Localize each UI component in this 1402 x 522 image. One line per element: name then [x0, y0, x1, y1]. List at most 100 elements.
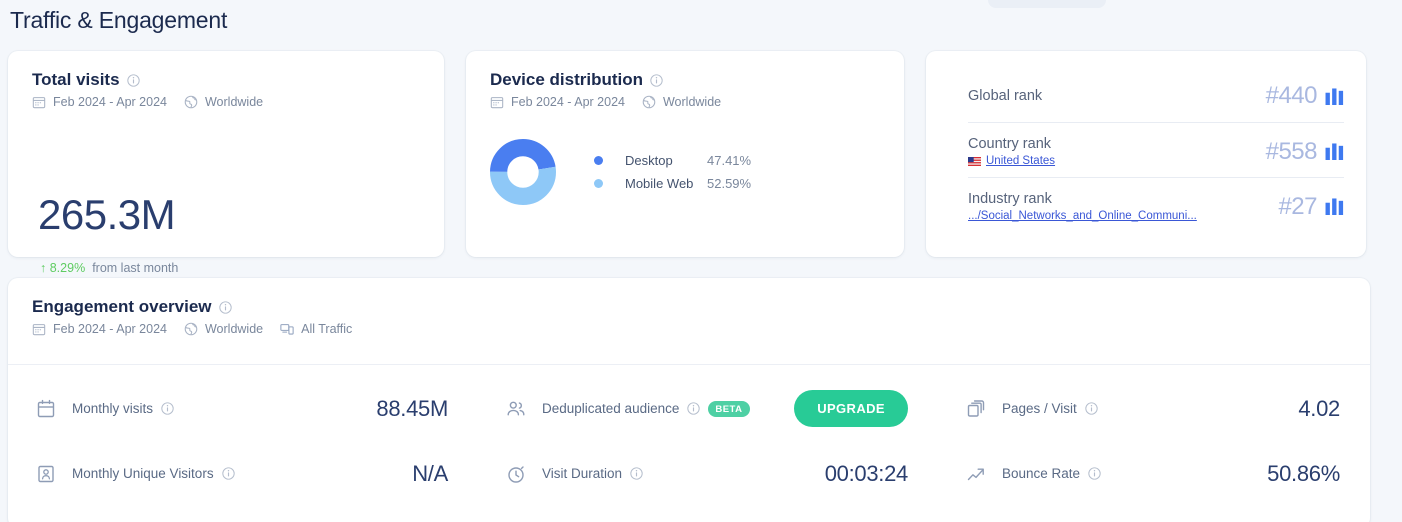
rank-industry-right: #27: [1278, 193, 1344, 221]
metric-monthly-visits-label-group: Monthly visits: [72, 401, 174, 416]
legend-item-mobile-web[interactable]: Mobile Web 52.59%: [594, 176, 751, 191]
devices-icon: [280, 322, 294, 336]
metric-visit-duration: Visit Duration 00:03:24: [478, 441, 938, 506]
beta-badge: BETA: [708, 400, 750, 417]
total-visits-title-row: Total visits: [32, 70, 263, 90]
legend-dot-desktop: [594, 156, 603, 165]
rank-global-right: #440: [1266, 82, 1344, 110]
globe-icon: [642, 95, 656, 109]
device-distribution-header: Device distribution Feb 2024 - Apr 2024 …: [490, 70, 721, 109]
metric-visit-duration-value: 00:03:24: [824, 460, 909, 486]
device-distribution-body: Desktop 47.41% Mobile Web 52.59%: [490, 139, 751, 205]
legend-item-desktop[interactable]: Desktop 47.41%: [594, 153, 751, 168]
bar-chart-icon: [1325, 198, 1344, 215]
rank-global-left: Global rank: [968, 88, 1042, 104]
metric-deduplicated-audience-label: Deduplicated audience: [542, 401, 680, 416]
metric-visit-duration-label: Visit Duration: [542, 466, 623, 481]
engagement-subtitle: Feb 2024 - Apr 2024 Worldwide All Traffi…: [32, 322, 352, 336]
arrow-up-icon: ↑: [40, 261, 47, 275]
us-flag-icon: [968, 156, 981, 166]
info-circle-icon[interactable]: [126, 73, 140, 87]
info-circle-icon[interactable]: [650, 73, 663, 87]
bar-chart-icon: [1325, 143, 1344, 160]
metric-monthly-unique-visitors-label: Monthly Unique Visitors: [72, 466, 214, 481]
calendar-icon: [490, 95, 504, 109]
page-title: Traffic & Engagement: [10, 7, 228, 33]
engagement-geo: Worldwide: [204, 322, 264, 336]
legend-label-desktop: Desktop: [625, 153, 673, 168]
rank-industry-link[interactable]: .../Social_Networks_and_Online_Communi..…: [968, 210, 1197, 222]
rank-row-country: Country rank United States #558: [968, 122, 1344, 177]
delta-up-group: ↑ 8.29%: [40, 261, 85, 275]
rank-industry-value: #27: [1278, 192, 1317, 220]
pages-icon: [966, 399, 986, 419]
bar-chart-icon: [1325, 87, 1344, 105]
engagement-traffic: All Traffic: [301, 322, 353, 336]
legend-value-mobile-web: 52.59%: [707, 176, 752, 191]
metric-pages-per-visit: Pages / Visit 4.02: [938, 376, 1370, 441]
info-circle-icon[interactable]: [221, 467, 235, 480]
total-visits-subtitle: Feb 2024 - Apr 2024 Worldwide: [32, 95, 263, 109]
legend-label-mobile-web: Mobile Web: [625, 176, 694, 191]
rank-industry-sublink[interactable]: .../Social_Networks_and_Online_Communi..…: [968, 210, 1197, 222]
info-circle-icon[interactable]: [1085, 402, 1098, 415]
info-circle-icon[interactable]: [630, 467, 643, 480]
info-circle-icon[interactable]: [1088, 467, 1101, 480]
info-circle-icon[interactable]: [687, 402, 701, 415]
total-visits-geo: Worldwide: [204, 95, 264, 109]
metric-deduplicated-audience-label-group: Deduplicated audience BETA: [542, 400, 750, 417]
globe-icon: [184, 95, 198, 109]
bounce-arrow-icon: [966, 464, 986, 484]
rank-row-global: Global rank #440: [968, 69, 1344, 122]
total-visits-delta-note: from last month: [92, 261, 179, 275]
metric-bounce-rate-value: 50.86%: [1267, 460, 1340, 486]
device-donut-chart: [490, 139, 556, 205]
calendar-icon: [32, 95, 46, 109]
rank-country-left: Country rank United States: [968, 136, 1055, 167]
metric-monthly-unique-visitors-value: N/A: [412, 460, 448, 486]
upgrade-button[interactable]: UPGRADE: [794, 390, 908, 427]
rank-country-value: #558: [1265, 137, 1318, 165]
rank-country-link[interactable]: United States: [986, 155, 1055, 167]
engagement-metrics-grid: Monthly visits 88.45M Deduplicated audie…: [8, 376, 1370, 506]
legend-dot-mobile-web: [594, 179, 603, 188]
total-visits-delta-row: ↑ 8.29% from last month: [40, 261, 178, 275]
people-icon: [506, 399, 526, 419]
card-ranks: Global rank #440 Country rank United Sta…: [926, 51, 1366, 257]
total-visits-value: 265.3M: [38, 191, 176, 238]
info-circle-icon[interactable]: [161, 402, 174, 415]
engagement-title-row: Engagement overview: [32, 297, 352, 317]
stopwatch-icon: [506, 464, 526, 484]
rank-global-value: #440: [1265, 82, 1318, 109]
card-total-visits: Total visits Feb 2024 - Apr 2024 Worldwi…: [8, 51, 444, 275]
device-distribution-date-range: Feb 2024 - Apr 2024: [511, 95, 625, 109]
rank-row-industry: Industry rank .../Social_Networks_and_On…: [968, 177, 1344, 232]
engagement-title: Engagement overview: [32, 297, 212, 316]
metric-pages-per-visit-label: Pages / Visit: [1002, 401, 1077, 416]
engagement-header: Engagement overview Feb 2024 - Apr 2024 …: [32, 297, 352, 336]
metric-monthly-visits: Monthly visits 88.45M: [8, 376, 478, 441]
total-visits-date-range: Feb 2024 - Apr 2024: [53, 95, 167, 109]
visitor-card-icon: [36, 464, 56, 484]
device-distribution-title-row: Device distribution: [490, 70, 721, 90]
metric-pages-per-visit-value: 4.02: [1298, 395, 1340, 421]
calendar-month-icon: [36, 399, 56, 419]
metric-visit-duration-label-group: Visit Duration: [542, 466, 643, 481]
metric-pages-per-visit-label-group: Pages / Visit: [1002, 401, 1098, 416]
total-visits-title: Total visits: [32, 70, 120, 89]
metric-monthly-unique-visitors-label-group: Monthly Unique Visitors: [72, 466, 235, 481]
metric-monthly-visits-value: 88.45M: [376, 395, 448, 421]
device-distribution-subtitle: Feb 2024 - Apr 2024 Worldwide: [490, 95, 721, 109]
rank-global-label: Global rank: [968, 88, 1043, 104]
rank-industry-label: Industry rank: [968, 191, 1052, 207]
rank-country-sublink[interactable]: United States: [968, 155, 1055, 167]
info-circle-icon[interactable]: [218, 300, 232, 314]
ranks-list: Global rank #440 Country rank United Sta…: [968, 69, 1344, 232]
metric-bounce-rate: Bounce Rate 50.86%: [938, 441, 1370, 506]
globe-icon: [184, 322, 198, 336]
metric-monthly-visits-label: Monthly visits: [72, 401, 154, 416]
calendar-icon: [32, 322, 46, 336]
engagement-date-range: Feb 2024 - Apr 2024: [53, 322, 167, 336]
summary-card-row: Total visits Feb 2024 - Apr 2024 Worldwi…: [8, 51, 1394, 275]
total-visits-header: Total visits Feb 2024 - Apr 2024 Worldwi…: [32, 70, 263, 109]
